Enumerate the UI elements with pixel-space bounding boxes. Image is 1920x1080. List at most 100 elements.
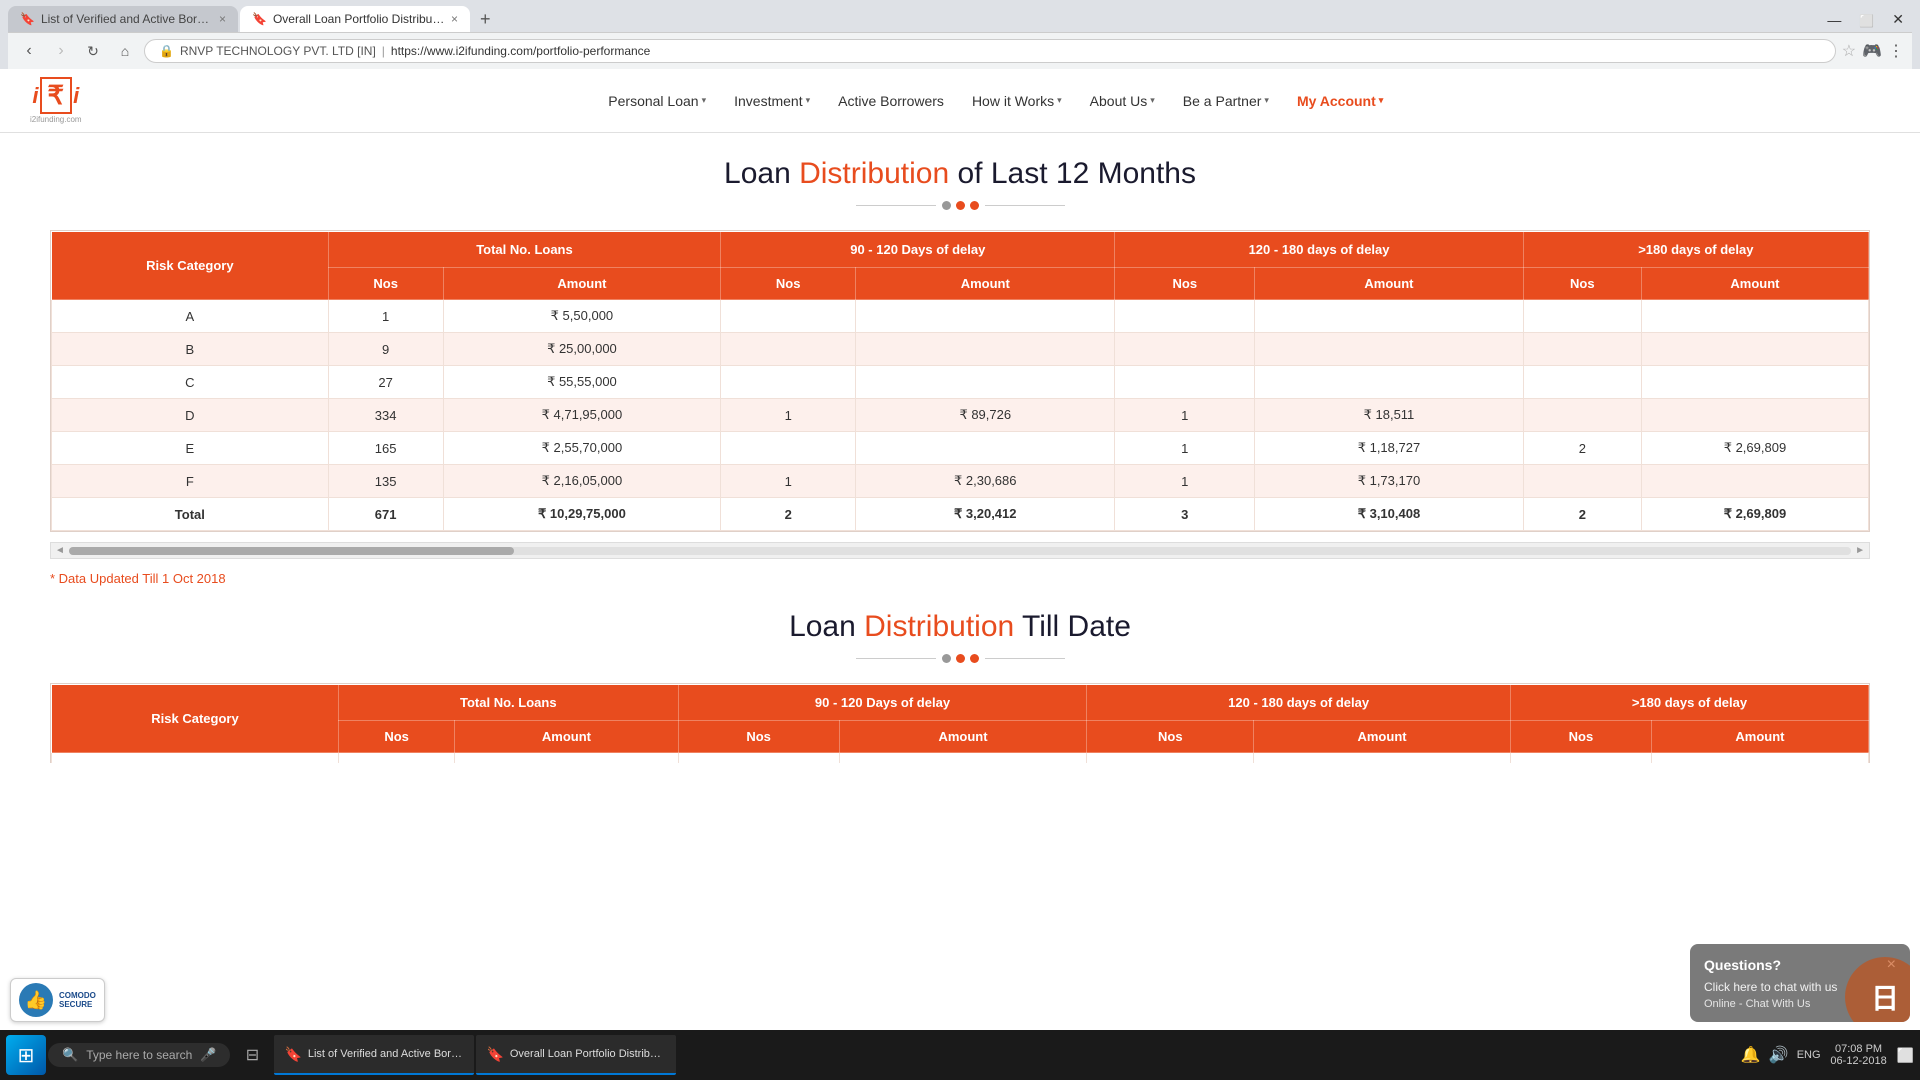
system-tray: 🔔 🔊 ENG 07:08 PM 06-12-2018 ⬜	[1741, 1043, 1914, 1067]
taskbar-app-1[interactable]: 🔖 List of Verified and Active Borro...	[274, 1035, 474, 1075]
app1-icon: 🔖	[284, 1046, 301, 1063]
section1-title-black1: Loan	[724, 157, 799, 190]
search-icon: 🔍	[62, 1047, 78, 1063]
notification-icon[interactable]: ⬜	[1897, 1047, 1914, 1064]
row-b-d180a	[1641, 333, 1868, 366]
lock-icon: 🔒	[159, 44, 174, 58]
total-d90a: ₹ 3,20,412	[856, 498, 1115, 531]
th2-90-120: 90 - 120 Days of delay	[678, 685, 1087, 721]
total-d180a: ₹ 2,69,809	[1641, 498, 1868, 531]
extensions-button[interactable]: 🎮	[1862, 41, 1882, 61]
nav-label-be-a-partner: Be a Partner	[1183, 93, 1262, 109]
browser-tab-1[interactable]: 🔖 List of Verified and Active Borrow... …	[8, 6, 238, 32]
nav-label-active-borrowers: Active Borrowers	[838, 93, 944, 109]
address-separator: |	[382, 44, 385, 58]
taskbar-app-2[interactable]: 🔖 Overall Loan Portfolio Distributi...	[476, 1035, 676, 1075]
minimize-button[interactable]: —	[1819, 8, 1849, 32]
row-b-d90n	[721, 333, 856, 366]
clock: 07:08 PM 06-12-2018	[1829, 1043, 1889, 1067]
clock-date: 06-12-2018	[1830, 1055, 1886, 1067]
row-a-d90a	[856, 300, 1115, 333]
start-button[interactable]: ⊞	[6, 1035, 46, 1075]
row-a-nos: 1	[328, 300, 443, 333]
row-f-d120n: 1	[1115, 465, 1255, 498]
th2-90-nos: Nos	[678, 721, 839, 753]
logo[interactable]: i ₹ i i2ifunding.com	[30, 69, 102, 132]
comodo-icon: 👍	[19, 983, 53, 1017]
network-icon[interactable]: 🔔	[1741, 1045, 1761, 1065]
table-total-row: Total 671 ₹ 10,29,75,000 2 ₹ 3,20,412 3 …	[52, 498, 1869, 531]
taskbar: ⊞ 🔍 Type here to search 🎤 ⊟ 🔖 List of Ve…	[0, 1030, 1920, 1080]
section2-title-orange: Distribution	[864, 610, 1014, 643]
row-b-d180n	[1523, 333, 1641, 366]
table-row: A 1 ₹ 5,50,000	[52, 300, 1869, 333]
row-f-d90a: ₹ 2,30,686	[856, 465, 1115, 498]
table1-container[interactable]: Risk Category Total No. Loans 90 - 120 D…	[50, 230, 1870, 532]
close-window-button[interactable]: ✕	[1884, 7, 1912, 32]
t2-row-a-d180n	[1510, 753, 1651, 764]
nav-dropdown-about-us: ▾	[1150, 95, 1155, 106]
horizontal-scrollbar[interactable]: ◄ ►	[50, 542, 1870, 559]
nav-dropdown-how-it-works: ▾	[1057, 95, 1062, 106]
th2-180-amount: Amount	[1651, 721, 1868, 753]
scroll-right-arrow[interactable]: ►	[1855, 545, 1865, 556]
row-d-d180a	[1641, 399, 1868, 432]
home-button[interactable]: ⌂	[112, 38, 138, 64]
table2: Risk Category Total No. Loans 90 - 120 D…	[51, 684, 1869, 763]
nav-dropdown-my-account: ▾	[1379, 95, 1384, 106]
nav-item-my-account[interactable]: My Account ▾	[1283, 71, 1397, 131]
taskbar-search[interactable]: 🔍 Type here to search 🎤	[48, 1043, 230, 1067]
more-options-button[interactable]: ⋮	[1888, 41, 1904, 61]
nav-item-be-a-partner[interactable]: Be a Partner ▾	[1169, 71, 1283, 131]
t2-row-a-cat: A	[52, 753, 339, 764]
th2-120-180: 120 - 180 days of delay	[1087, 685, 1511, 721]
section2-title-black2: Till Date	[1014, 610, 1131, 643]
row-e-cat: E	[52, 432, 329, 465]
row-b-d90a	[856, 333, 1115, 366]
logo-icon: i	[32, 83, 38, 109]
row-a-d180a	[1641, 300, 1868, 333]
t2-row-a-d90n	[678, 753, 839, 764]
row-d-nos: 334	[328, 399, 443, 432]
row-d-d120a: ₹ 18,511	[1255, 399, 1524, 432]
search-placeholder: Type here to search	[86, 1048, 192, 1062]
th-120-amount: Amount	[1255, 268, 1524, 300]
forward-button[interactable]: ›	[48, 38, 74, 64]
row-f-d90n: 1	[721, 465, 856, 498]
nav-dropdown-personal-loan: ▾	[702, 95, 707, 106]
dot4	[942, 654, 951, 663]
row-d-d180n	[1523, 399, 1641, 432]
maximize-button[interactable]: ⬜	[1851, 10, 1882, 32]
taskbar-view-icon[interactable]: ⊟	[232, 1035, 272, 1075]
volume-icon[interactable]: 🔊	[1769, 1045, 1789, 1065]
nav-links: Personal Loan ▾ Investment ▾ Active Borr…	[102, 71, 1890, 131]
row-e-d90n	[721, 432, 856, 465]
th-180-nos: Nos	[1523, 268, 1641, 300]
back-button[interactable]: ‹	[16, 38, 42, 64]
bookmark-button[interactable]: ☆	[1842, 41, 1856, 61]
new-tab-button[interactable]: +	[472, 6, 499, 32]
th-180plus: >180 days of delay	[1523, 232, 1868, 268]
nav-item-personal-loan[interactable]: Personal Loan ▾	[594, 71, 720, 131]
reload-button[interactable]: ↻	[80, 38, 106, 64]
section1-title-black2: of Last 12 Months	[949, 157, 1196, 190]
nav-item-investment[interactable]: Investment ▾	[720, 71, 824, 131]
row-b-nos: 9	[328, 333, 443, 366]
tab2-close[interactable]: ×	[451, 12, 458, 26]
nav-item-active-borrowers[interactable]: Active Borrowers	[824, 71, 958, 131]
row-d-cat: D	[52, 399, 329, 432]
nav-item-about-us[interactable]: About Us ▾	[1076, 71, 1169, 131]
address-bar[interactable]: 🔒 RNVP TECHNOLOGY PVT. LTD [IN] | https:…	[144, 39, 1836, 63]
th-120-180: 120 - 180 days of delay	[1115, 232, 1523, 268]
chat-widget[interactable]: Questions? × Click here to chat with us …	[1690, 944, 1910, 1022]
scroll-left-arrow[interactable]: ◄	[55, 545, 65, 556]
th-total-loans: Total No. Loans	[328, 232, 721, 268]
total-d180n: 2	[1523, 498, 1641, 531]
tab1-close[interactable]: ×	[219, 12, 226, 26]
row-d-d90a: ₹ 89,726	[856, 399, 1115, 432]
t2-row-a-d120n	[1087, 753, 1254, 764]
th-180-amount: Amount	[1641, 268, 1868, 300]
nav-item-how-it-works[interactable]: How it Works ▾	[958, 71, 1076, 131]
browser-tab-2[interactable]: 🔖 Overall Loan Portfolio Distributio... …	[240, 6, 470, 32]
table2-container[interactable]: Risk Category Total No. Loans 90 - 120 D…	[50, 683, 1870, 763]
